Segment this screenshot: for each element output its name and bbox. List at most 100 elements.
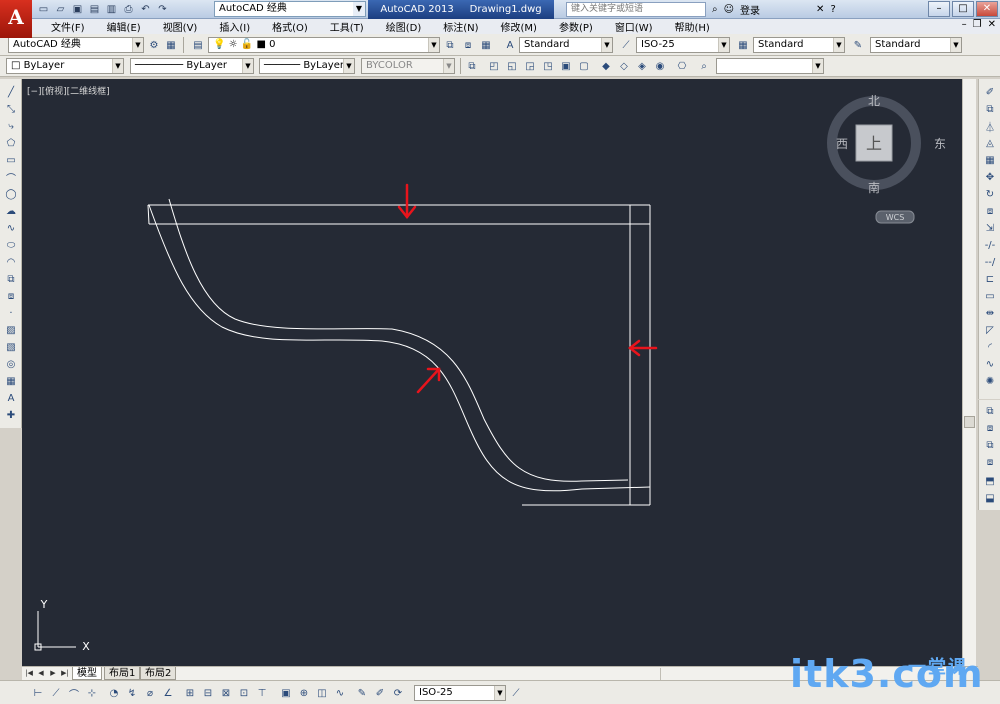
tolerance-icon[interactable]: ▣ (278, 685, 294, 701)
polyline-icon[interactable]: ⤷ (3, 119, 19, 133)
login-link[interactable]: 登录 (740, 2, 760, 17)
drawing-canvas[interactable]: 上 北 南 西 东 WCS Y X (22, 79, 962, 666)
scale-icon[interactable]: ⧈ (982, 204, 998, 218)
tab-prev-icon[interactable]: ◀ (36, 668, 46, 679)
doc-minimize-icon[interactable]: – (962, 19, 967, 30)
trim-icon[interactable]: -/- (982, 238, 998, 252)
chevron-down-icon[interactable]: ▼ (132, 38, 143, 52)
right-view-icon[interactable]: ◳ (540, 58, 556, 74)
workspace-switch-combo[interactable]: AutoCAD 经典 ▼ (214, 1, 366, 17)
linetype-combo[interactable]: ──────── ByLayer ▼ (130, 58, 254, 74)
help-icon[interactable]: ? (830, 4, 835, 15)
layer-previous-icon[interactable]: ⧈ (460, 37, 476, 53)
menu-edit[interactable]: 编辑(E) (96, 19, 152, 34)
viewcube-west[interactable]: 西 (836, 137, 848, 151)
jogged-linear-icon[interactable]: ∿ (332, 685, 348, 701)
doc-close-icon[interactable]: ✕ (988, 19, 996, 30)
erase-icon[interactable]: ✐ (982, 85, 998, 99)
user-icon[interactable]: ☺ (724, 4, 734, 15)
extend-icon[interactable]: --/ (982, 255, 998, 269)
stretch-icon[interactable]: ⇲ (982, 221, 998, 235)
construction-line-icon[interactable]: ⤡ (3, 102, 19, 116)
send-under-icon[interactable]: ⧈ (982, 455, 998, 469)
layer-properties-icon[interactable]: ▤ (190, 37, 206, 53)
ne-iso-icon[interactable]: ◈ (634, 58, 650, 74)
doc-restore-icon[interactable]: ❐ (973, 19, 982, 30)
dim-style-combo[interactable]: ISO-25 ▼ (636, 37, 730, 53)
explode-icon[interactable]: ✺ (982, 374, 998, 388)
inspection-icon[interactable]: ◫ (314, 685, 330, 701)
baseline-dim-icon[interactable]: ⊟ (200, 685, 216, 701)
table-icon[interactable]: ▦ (3, 374, 19, 388)
bottom-dim-style-combo[interactable]: ISO-25 ▼ (414, 685, 506, 701)
chevron-down-icon[interactable]: ▼ (950, 38, 961, 52)
array-icon[interactable]: ▦ (982, 153, 998, 167)
menu-window[interactable]: 窗口(W) (604, 19, 664, 34)
color-combo[interactable]: □ ByLayer ▼ (6, 58, 124, 74)
aligned-dim-icon[interactable]: ⟋ (48, 685, 64, 701)
spline-icon[interactable]: ∿ (3, 221, 19, 235)
chevron-down-icon[interactable]: ▼ (812, 59, 823, 73)
search-input[interactable]: 键入关键字或短语 (566, 2, 706, 17)
menu-tools[interactable]: 工具(T) (319, 19, 375, 34)
viewcube-north[interactable]: 北 (868, 94, 880, 108)
menu-modify[interactable]: 修改(M) (490, 19, 548, 34)
chevron-down-icon[interactable]: ▼ (343, 59, 354, 73)
dim-update-icon[interactable]: ⟳ (390, 685, 406, 701)
chevron-down-icon[interactable]: ▼ (112, 59, 123, 73)
quick-dim-icon[interactable]: ⊞ (182, 685, 198, 701)
plot-icon[interactable]: ⎙ (121, 2, 136, 17)
new-file-icon[interactable]: ▭ (36, 2, 51, 17)
text-style-icon[interactable]: A (502, 37, 518, 53)
left-view-icon[interactable]: ◲ (522, 58, 538, 74)
text-style-combo[interactable]: Standard ▼ (519, 37, 613, 53)
se-iso-icon[interactable]: ◇ (616, 58, 632, 74)
dim-break-icon[interactable]: ⊤ (254, 685, 270, 701)
sw-iso-icon[interactable]: ◆ (598, 58, 614, 74)
viewcube[interactable]: 上 北 南 西 东 WCS (827, 94, 946, 224)
layer-combo[interactable]: 💡 ☼ 🔓 ■ 0 ▼ (208, 37, 440, 53)
circle-icon[interactable]: ◯ (3, 187, 19, 201)
lineweight-combo[interactable]: ────── ByLayer ▼ (259, 58, 355, 74)
menu-insert[interactable]: 插入(I) (208, 19, 261, 34)
multileader-style-icon[interactable]: ✎ (850, 37, 866, 53)
workspace-settings-icon[interactable]: ⚙ (146, 37, 162, 53)
dim-style-manager-icon[interactable]: ⟋ (508, 685, 524, 701)
chevron-down-icon[interactable]: ▼ (494, 686, 505, 700)
undo-icon[interactable]: ↶ (138, 2, 153, 17)
ordinate-dim-icon[interactable]: ⊹ (84, 685, 100, 701)
save-icon[interactable]: ▣ (70, 2, 85, 17)
chevron-down-icon[interactable]: ▼ (353, 2, 365, 16)
table-style-icon[interactable]: ▦ (735, 37, 751, 53)
chamfer-icon[interactable]: ◸ (982, 323, 998, 337)
chevron-down-icon[interactable]: ▼ (428, 38, 439, 52)
menu-help[interactable]: 帮助(H) (664, 19, 721, 34)
bottom-view-icon[interactable]: ◱ (504, 58, 520, 74)
ellipse-icon[interactable]: ⬭ (3, 238, 19, 252)
break-icon[interactable]: ▭ (982, 289, 998, 303)
chevron-down-icon[interactable]: ▼ (718, 38, 729, 52)
continue-dim-icon[interactable]: ⊠ (218, 685, 234, 701)
gradient-icon[interactable]: ▧ (3, 340, 19, 354)
front-view-icon[interactable]: ▣ (558, 58, 574, 74)
move-icon[interactable]: ✥ (982, 170, 998, 184)
rotate-icon[interactable]: ↻ (982, 187, 998, 201)
view-combo[interactable]: ▼ (716, 58, 824, 74)
join-icon[interactable]: ⇹ (982, 306, 998, 320)
viewport-controls-label[interactable]: [−][俯视][二维线框] (27, 84, 110, 97)
multileader-style-combo[interactable]: Standard ▼ (870, 37, 962, 53)
linear-dim-icon[interactable]: ⊢ (30, 685, 46, 701)
vertical-scroll-thumb[interactable] (964, 416, 975, 428)
menu-parametric[interactable]: 参数(P) (548, 19, 604, 34)
make-current-layer-icon[interactable]: ⧉ (442, 37, 458, 53)
open-file-icon[interactable]: ▱ (53, 2, 68, 17)
diameter-dim-icon[interactable]: ⌀ (142, 685, 158, 701)
autocad-logo-icon[interactable]: A (0, 0, 32, 38)
menu-view[interactable]: 视图(V) (152, 19, 209, 34)
maximize-icon[interactable]: □ (952, 1, 974, 17)
tab-last-icon[interactable]: ▶| (60, 668, 70, 679)
workspace-combo[interactable]: AutoCAD 经典 ▼ (8, 37, 144, 53)
hatch-back-icon[interactable]: ⬓ (982, 491, 998, 505)
break-at-point-icon[interactable]: ⊏ (982, 272, 998, 286)
jogged-dim-icon[interactable]: ↯ (124, 685, 140, 701)
